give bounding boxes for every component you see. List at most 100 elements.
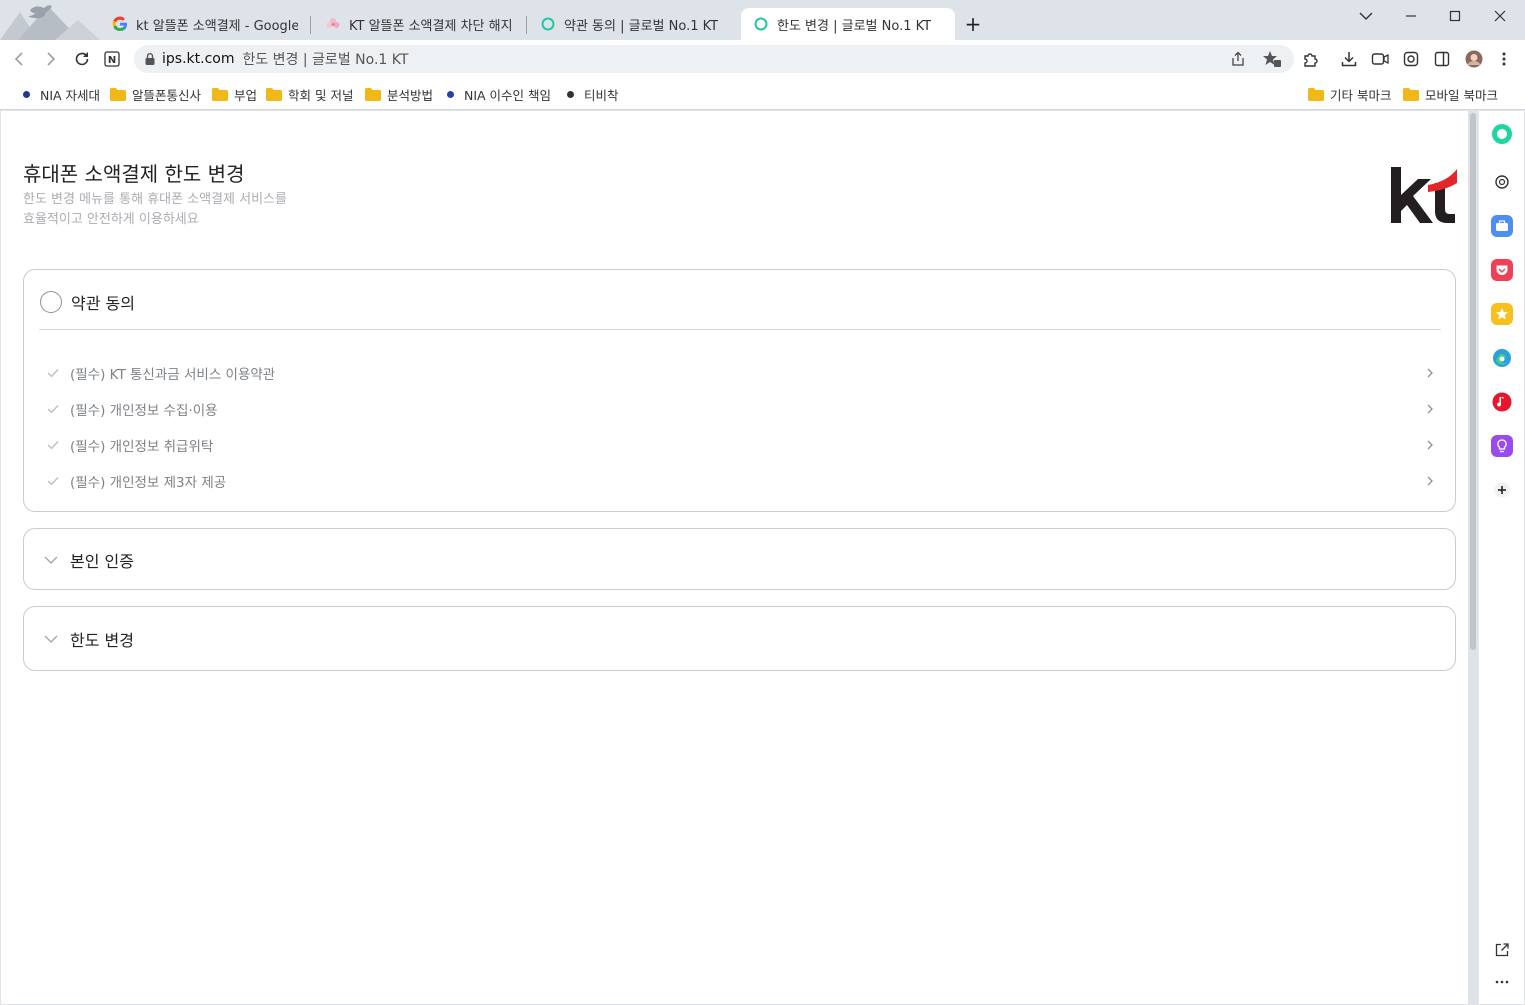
chevron-right-icon[interactable] <box>1424 474 1436 488</box>
tab-strip: kt 알뜰폰 소액결제 - Google 검 KT 알뜰폰 소액결제 차단 해지… <box>0 0 1525 40</box>
bookmark-label: NIA 자세대 <box>40 87 101 103</box>
url-page-title: 한도 변경 | 글로벌 No.1 KT <box>242 52 409 68</box>
blossom-icon <box>325 16 341 32</box>
page-scrollbar[interactable] <box>1470 113 1476 650</box>
back-button[interactable] <box>8 48 30 70</box>
bookmark-label: 모바일 북마크 <box>1425 87 1498 103</box>
bookmark-item[interactable]: NIA 자세대 <box>23 85 100 103</box>
address-bar[interactable]: ips.kt.com 한도 변경 | 글로벌 No.1 KT <box>134 45 1294 73</box>
sidebar-app-edge-icon[interactable] <box>1491 347 1513 369</box>
check-icon[interactable] <box>46 402 60 416</box>
mobile-bookmarks-folder[interactable]: 모바일 북마크 <box>1403 85 1498 103</box>
identity-verification-section[interactable]: 본인 인증 <box>23 528 1456 590</box>
sidebar-app-pocket-icon[interactable] <box>1491 259 1513 281</box>
page-description-line: 효율적이고 안전하게 이용하세요 <box>23 212 199 227</box>
radio-circle-icon[interactable] <box>40 291 62 313</box>
forward-button[interactable] <box>40 48 62 70</box>
share-button[interactable] <box>1227 48 1249 70</box>
reload-button[interactable] <box>71 48 93 70</box>
screenshot-button[interactable] <box>1400 48 1422 70</box>
notion-extension-button[interactable]: N <box>101 48 123 70</box>
kt-logo <box>1388 163 1458 225</box>
sidebar-app-music-icon[interactable] <box>1491 391 1513 413</box>
folder-icon <box>1403 87 1419 101</box>
close-window-button[interactable] <box>1480 6 1520 26</box>
tab-limit-change[interactable]: 한도 변경 | 글로벌 No.1 KT <box>741 8 955 40</box>
side-panel-button[interactable] <box>1431 48 1453 70</box>
sidebar-add-icon[interactable] <box>1491 479 1513 501</box>
ring-icon <box>540 16 556 32</box>
tab-kt-article[interactable]: KT 알뜰폰 소액결제 차단 해지 등 <box>313 8 525 40</box>
downloads-button[interactable] <box>1338 48 1360 70</box>
term-item[interactable]: (필수) 개인정보 취급위탁 <box>46 434 1436 456</box>
tab-google-search[interactable]: kt 알뜰폰 소액결제 - Google 검 <box>100 8 310 40</box>
ring-icon <box>753 16 769 32</box>
sidebar-apps <box>1478 111 1524 1004</box>
star-extension-icon <box>1263 51 1281 67</box>
more-options-icon[interactable] <box>1491 971 1513 993</box>
kebab-menu-icon <box>1502 52 1506 66</box>
term-item[interactable]: (필수) 개인정보 제3자 제공 <box>46 470 1436 492</box>
bookmark-dot-icon <box>447 90 454 98</box>
section-title: 한도 변경 <box>70 631 134 650</box>
folder-icon <box>266 87 282 101</box>
google-icon <box>112 16 128 32</box>
bookmark-item[interactable]: 티비착 <box>567 85 619 103</box>
maximize-button[interactable] <box>1435 6 1475 26</box>
tab-terms-agree[interactable]: 약관 동의 | 글로벌 No.1 KT <box>528 8 738 40</box>
section-header[interactable]: 한도 변경 <box>40 624 134 654</box>
theme-art <box>0 0 100 40</box>
folder-icon <box>365 87 381 101</box>
side-panel-icon <box>1434 51 1450 67</box>
chevron-right-icon[interactable] <box>1424 438 1436 452</box>
puzzle-icon <box>1304 53 1318 67</box>
page-content: 휴대폰 소액결제 한도 변경 한도 변경 메뉴를 통해 휴대폰 소액결제 서비스… <box>1 111 1468 1004</box>
sidebar-app-star-icon[interactable] <box>1491 303 1513 325</box>
bookmark-star-button[interactable] <box>1261 48 1283 70</box>
section-title: 본인 인증 <box>70 552 134 571</box>
extensions-button[interactable] <box>1300 48 1322 70</box>
chevron-right-icon[interactable] <box>1424 402 1436 416</box>
agree-all-toggle[interactable]: 약관 동의 <box>40 287 135 317</box>
bookmarks-bar: NIA 자세대 알뜰폰통신사 부업 학회 및 저널 분석방법 NIA 이수인 책… <box>0 78 1525 110</box>
browser-menu-button[interactable] <box>1493 48 1515 70</box>
bookmark-label: 기타 북마크 <box>1330 87 1392 103</box>
bookmark-folder[interactable]: 알뜰폰통신사 <box>110 85 201 103</box>
profile-avatar[interactable] <box>1463 48 1485 70</box>
media-button[interactable] <box>1369 48 1391 70</box>
bookmark-label: 부업 <box>234 87 258 103</box>
check-icon[interactable] <box>46 366 60 380</box>
chevron-right-icon[interactable] <box>1424 366 1436 380</box>
sidebar-app-green-ring-icon[interactable] <box>1491 123 1513 145</box>
limit-change-section[interactable]: 한도 변경 <box>23 606 1456 671</box>
tab-divider <box>310 16 311 34</box>
bookmark-folder[interactable]: 분석방법 <box>365 85 433 103</box>
term-item[interactable]: (필수) KT 통신과금 서비스 이용약관 <box>46 362 1436 384</box>
sidebar-app-openai-icon[interactable] <box>1491 171 1513 193</box>
chevron-down-icon <box>40 628 62 650</box>
folder-icon <box>212 87 228 101</box>
check-icon[interactable] <box>46 438 60 452</box>
section-header[interactable]: 본인 인증 <box>40 545 134 575</box>
other-bookmarks-folder[interactable]: 기타 북마크 <box>1308 85 1391 103</box>
sidebar-app-briefcase-icon[interactable] <box>1491 215 1513 237</box>
term-label: (필수) KT 통신과금 서비스 이용약관 <box>70 367 276 383</box>
sidebar-app-bulb-icon[interactable] <box>1491 435 1513 457</box>
download-icon <box>1341 52 1357 67</box>
arrow-left-icon <box>14 52 23 66</box>
tab-label: 약관 동의 | 글로벌 No.1 KT <box>564 18 719 34</box>
bookmark-label: 학회 및 저널 <box>288 87 354 103</box>
bookmark-folder[interactable]: 학회 및 저널 <box>266 85 353 103</box>
camera-icon <box>1403 51 1419 67</box>
lock-icon <box>145 53 155 65</box>
tab-label: 한도 변경 | 글로벌 No.1 KT <box>777 18 932 34</box>
bookmark-folder[interactable]: 부업 <box>212 85 257 103</box>
tab-search-button[interactable] <box>1346 6 1386 26</box>
check-icon[interactable] <box>46 474 60 488</box>
external-link-icon[interactable] <box>1491 939 1513 961</box>
bookmark-item[interactable]: NIA 이수인 책임 <box>447 85 551 103</box>
new-tab-button[interactable]: + <box>962 13 984 35</box>
minimize-button[interactable] <box>1391 6 1431 26</box>
chevron-down-icon <box>40 549 62 571</box>
term-item[interactable]: (필수) 개인정보 수집·이용 <box>46 398 1436 420</box>
